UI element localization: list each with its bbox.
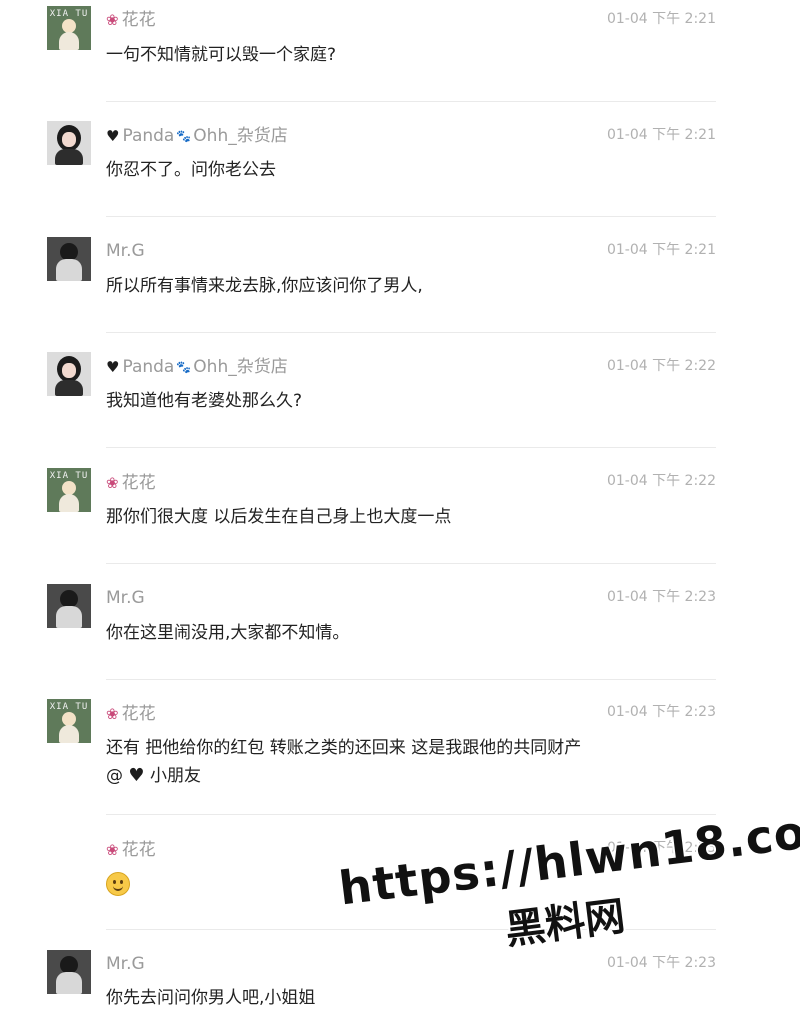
watermark-name: 黑料网: [502, 893, 628, 954]
message-time: 01-04 下午 2:22: [606, 473, 716, 489]
paw-icon: 🐾: [176, 360, 192, 374]
flower-icon: ❀: [106, 474, 119, 492]
avatar[interactable]: XIA TU: [47, 699, 91, 743]
sender-name[interactable]: ❀ 花花: [106, 838, 156, 862]
flower-icon: ❀: [106, 705, 119, 723]
avatar-figure-body: [55, 149, 83, 165]
message-divider: [106, 101, 716, 102]
message-text: 你先去问问你男人吧,小姐姐: [106, 988, 316, 1008]
avatar-badge-text: XIA TU: [49, 471, 89, 481]
avatar-figure-body: [59, 32, 79, 50]
sender-name-text: 花花: [121, 704, 156, 724]
sender-name-text: Panda: [122, 357, 175, 377]
black-heart-icon: ♥: [128, 765, 145, 786]
avatar-figure-body: [56, 972, 82, 994]
message-time: 01-04 下午 2:21: [606, 11, 716, 27]
message-divider: [106, 679, 716, 680]
avatar[interactable]: [47, 950, 91, 994]
message-text: 你在这里闹没用,大家都不知情。: [106, 623, 350, 643]
avatar-figure-face: [62, 132, 76, 147]
sender-name-text: Mr.G: [106, 241, 145, 261]
message-text: 我知道他有老婆处那么久?: [106, 391, 303, 411]
mention-name: 小朋友: [149, 766, 201, 786]
sender-name[interactable]: ❀ 花花: [106, 8, 156, 32]
black-heart-icon: ♥: [106, 127, 120, 145]
avatar-figure-body: [59, 494, 79, 512]
flower-icon: ❀: [106, 841, 119, 859]
sender-name-text: 花花: [121, 10, 156, 30]
avatar[interactable]: [47, 352, 91, 396]
message-text: 你忍不了。问你老公去: [106, 160, 276, 180]
sender-name-text: Panda: [122, 126, 175, 146]
avatar[interactable]: [47, 237, 91, 281]
paw-icon: 🐾: [176, 129, 192, 143]
avatar[interactable]: XIA TU: [47, 6, 91, 50]
smile-emoji-icon: [106, 872, 130, 896]
sender-name-text: 花花: [121, 473, 156, 493]
message-divider: [106, 447, 716, 448]
avatar[interactable]: XIA TU: [47, 468, 91, 512]
watermark: https://hlwn18.com 黑料网: [336, 798, 800, 991]
flower-icon: ❀: [106, 11, 119, 29]
message-divider: [106, 814, 716, 815]
message-time: 01-04 下午 2:23: [606, 589, 716, 605]
black-heart-icon: ♥: [106, 358, 120, 376]
avatar-figure-head: [62, 481, 76, 495]
message-divider: [106, 216, 716, 217]
message-divider: [106, 563, 716, 564]
message-divider: [106, 332, 716, 333]
avatar-figure-body: [55, 380, 83, 396]
avatar-figure-face: [62, 363, 76, 378]
sender-name-text: Mr.G: [106, 588, 145, 608]
message-text: [106, 871, 130, 898]
avatar-figure-body: [56, 606, 82, 628]
sender-name[interactable]: Mr.G: [106, 239, 145, 263]
message-text: 还有 把他给你的红包 转账之类的还回来 这是我跟他的共同财产: [106, 738, 582, 758]
mention-line[interactable]: @ ♥ 小朋友: [106, 762, 201, 790]
avatar[interactable]: [47, 584, 91, 628]
message-time: 01-04 下午 2:23: [606, 840, 716, 856]
sender-name-suffix: Ohh_杂货店: [193, 126, 288, 146]
sender-name[interactable]: ❀ 花花: [106, 471, 156, 495]
sender-name[interactable]: Mr.G: [106, 586, 145, 610]
sender-name-text: Mr.G: [106, 954, 145, 974]
avatar-badge-text: XIA TU: [49, 9, 89, 19]
sender-name[interactable]: ♥ Panda 🐾 Ohh_杂货店: [106, 124, 288, 148]
watermark-url: https://hlwn18.com: [336, 798, 800, 916]
message-text: 那你们很大度 以后发生在自己身上也大度一点: [106, 507, 452, 527]
avatar-figure-head: [62, 19, 76, 33]
sender-name-suffix: Ohh_杂货店: [193, 357, 288, 377]
avatar-figure-body: [56, 259, 82, 281]
avatar-badge-text: XIA TU: [49, 702, 89, 712]
message-time: 01-04 下午 2:21: [606, 242, 716, 258]
avatar[interactable]: [47, 121, 91, 165]
message-time: 01-04 下午 2:21: [606, 127, 716, 143]
sender-name[interactable]: ❀ 花花: [106, 702, 156, 726]
message-text: 一句不知情就可以毁一个家庭?: [106, 45, 337, 65]
sender-name-text: 花花: [121, 840, 156, 860]
message-divider: [106, 929, 716, 930]
mention-at: @: [106, 766, 129, 786]
sender-name[interactable]: Mr.G: [106, 952, 145, 976]
message-time: 01-04 下午 2:22: [606, 358, 716, 374]
sender-name[interactable]: ♥ Panda 🐾 Ohh_杂货店: [106, 355, 288, 379]
message-time: 01-04 下午 2:23: [606, 955, 716, 971]
avatar-figure-body: [59, 725, 79, 743]
avatar-figure-head: [62, 712, 76, 726]
message-text: 所以所有事情来龙去脉,你应该问你了男人,: [106, 276, 423, 296]
message-time: 01-04 下午 2:23: [606, 704, 716, 720]
